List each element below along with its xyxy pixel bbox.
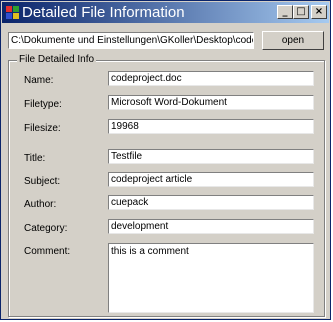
title-bar[interactable]: Detailed File Information _ □ × <box>2 2 329 23</box>
filetype-field[interactable]: Microsoft Word-Dokument <box>108 95 314 110</box>
filetype-label: Filetype: <box>24 99 62 110</box>
category-label: Category: <box>24 223 68 234</box>
minimize-button[interactable]: _ <box>277 5 293 19</box>
author-label: Author: <box>24 199 57 210</box>
title-field[interactable]: Testfile <box>108 149 314 164</box>
subject-field[interactable]: codeproject article <box>108 172 314 187</box>
subject-label: Subject: <box>24 176 61 187</box>
app-icon <box>6 6 19 19</box>
comment-label: Comment: <box>24 246 71 257</box>
title-label: Title: <box>24 153 46 164</box>
file-path-input[interactable]: C:\Dokumente und Einstellungen\GKoller\D… <box>8 32 254 49</box>
maximize-button[interactable]: □ <box>293 5 309 19</box>
author-field[interactable]: cuepack <box>108 195 314 210</box>
filesize-field[interactable]: 19968 <box>108 119 314 134</box>
name-label: Name: <box>24 75 54 86</box>
open-button[interactable]: open <box>262 31 324 50</box>
category-field[interactable]: development <box>108 219 314 234</box>
main-window: Detailed File Information _ □ × C:\Dokum… <box>0 0 331 320</box>
comment-field[interactable]: this is a comment <box>108 243 314 313</box>
group-title: File Detailed Info <box>17 54 97 66</box>
window-title: Detailed File Information <box>22 4 185 21</box>
close-button[interactable]: × <box>311 5 327 19</box>
name-field[interactable]: codeproject.doc <box>108 71 314 86</box>
filesize-label: Filesize: <box>24 123 61 134</box>
